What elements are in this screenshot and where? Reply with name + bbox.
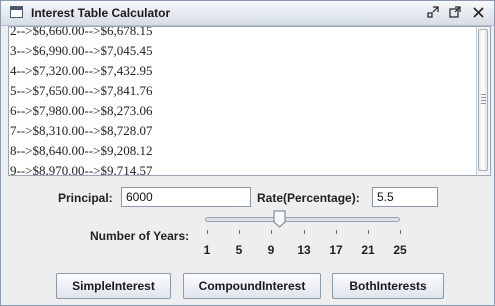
app-icon: [10, 6, 23, 18]
vertical-scrollbar[interactable]: [476, 27, 490, 175]
years-slider-thumb[interactable]: [273, 210, 286, 228]
title-bar[interactable]: Interest Table Calculator: [1, 1, 494, 26]
close-icon[interactable]: [471, 5, 485, 19]
minimize-icon[interactable]: [426, 5, 440, 19]
slider-tick: [304, 230, 305, 234]
slider-tick: [368, 230, 369, 234]
results-lines: 2-->$6,660.00-->$6,678.15 3-->$6,990.00-…: [9, 26, 477, 176]
result-line: 2-->$6,660.00-->$6,678.15: [10, 26, 153, 38]
maximize-icon[interactable]: [448, 5, 462, 19]
principal-input[interactable]: [121, 187, 251, 207]
slider-tick-label: 1: [203, 243, 211, 257]
result-line: 9-->$8,970.00-->$9,714.57: [10, 163, 153, 176]
slider-tick: [336, 230, 337, 234]
window-title: Interest Table Calculator: [31, 6, 171, 20]
slider-tick: [271, 230, 272, 234]
years-slider-track[interactable]: [205, 217, 400, 222]
results-text-area[interactable]: 2-->$6,660.00-->$6,678.15 3-->$6,990.00-…: [8, 26, 491, 176]
slider-tick: [207, 230, 208, 234]
compound-interest-button[interactable]: CompoundInterest: [183, 273, 321, 299]
principal-label: Principal:: [58, 191, 113, 205]
both-interests-button[interactable]: BothInterests: [332, 273, 444, 299]
grip-icon: [481, 94, 486, 104]
years-label: Number of Years:: [90, 229, 190, 243]
slider-tick: [400, 230, 401, 234]
rate-input[interactable]: [372, 187, 438, 207]
result-line: 7-->$8,310.00-->$8,728.07: [10, 123, 153, 138]
simple-interest-button[interactable]: SimpleInterest: [56, 273, 171, 299]
result-line: 8-->$8,640.00-->$9,208.12: [10, 143, 153, 158]
result-line: 4-->$7,320.00-->$7,432.95: [10, 63, 153, 78]
rate-label: Rate(Percentage):: [257, 191, 360, 205]
slider-tick-label: 9: [267, 243, 275, 257]
result-line: 6-->$7,980.00-->$8,273.06: [10, 103, 153, 118]
slider-tick-label: 5: [235, 243, 243, 257]
app-window: Interest Table Calculator 2-->$6,660.00-…: [0, 0, 495, 306]
result-line: 3-->$6,990.00-->$7,045.45: [10, 43, 153, 58]
slider-tick-label: 13: [297, 243, 311, 257]
slider-tick-label: 25: [393, 243, 407, 257]
scrollbar-thumb[interactable]: [478, 29, 488, 171]
slider-tick: [239, 230, 240, 234]
slider-tick-label: 17: [329, 243, 343, 257]
slider-tick-label: 21: [361, 243, 375, 257]
result-line: 5-->$7,650.00-->$7,841.76: [10, 83, 153, 98]
